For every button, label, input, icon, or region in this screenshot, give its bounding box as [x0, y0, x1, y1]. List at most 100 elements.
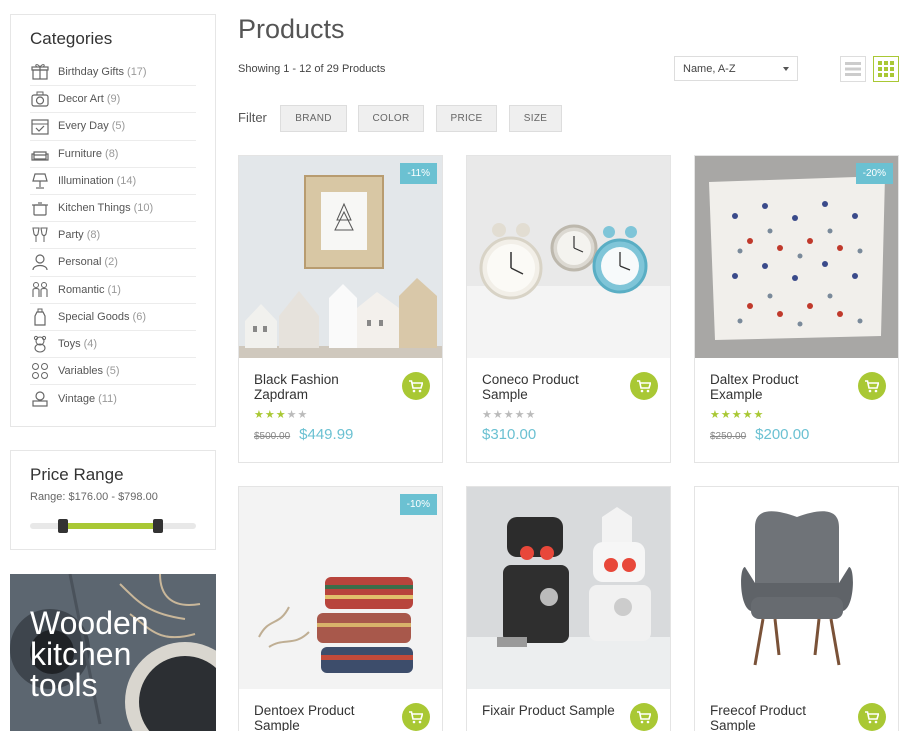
rating-stars: ★★★★★ — [254, 408, 308, 421]
category-item[interactable]: Birthday Gifts (17) — [30, 59, 196, 87]
person-icon — [30, 252, 50, 272]
product-image[interactable] — [695, 487, 898, 689]
add-to-cart-button[interactable] — [402, 372, 430, 400]
star-icon: ★ — [503, 409, 515, 421]
sort-select[interactable]: Name, A-Z — [674, 56, 798, 81]
category-count: (8) — [105, 147, 119, 160]
product-photo — [695, 487, 898, 689]
grid-view-icon — [878, 61, 894, 77]
star-icon: ★ — [753, 409, 765, 421]
price-row: $310.00 — [482, 426, 536, 443]
category-count: (4) — [83, 337, 98, 350]
star-icon: ★ — [482, 409, 493, 421]
category-item[interactable]: Decor Art (9) — [30, 86, 196, 114]
category-label: Birthday Gifts — [58, 66, 125, 79]
category-item[interactable]: Personal (2) — [30, 249, 196, 277]
add-to-cart-button[interactable] — [630, 703, 658, 731]
product-card[interactable]: -10% Dentoex Product Sample — [238, 486, 443, 731]
product-image[interactable]: -20% — [695, 156, 898, 358]
category-item[interactable]: Party (8) — [30, 222, 196, 250]
discount-badge: -20% — [855, 163, 893, 184]
product-card[interactable]: Fixair Product Sample — [466, 486, 671, 731]
product-name[interactable]: Dentoex Product Sample — [254, 703, 384, 731]
star-icon: ★ — [275, 409, 287, 421]
category-item[interactable]: Romantic (1) — [30, 277, 196, 304]
grid-view-button[interactable] — [873, 56, 899, 82]
category-item[interactable]: Furniture (8) — [30, 141, 196, 168]
add-to-cart-button[interactable] — [858, 372, 886, 400]
price-slider-max-handle[interactable] — [152, 519, 163, 533]
product-photo — [467, 487, 670, 689]
filter-price-button[interactable]: PRICE — [436, 105, 497, 132]
product-image[interactable] — [467, 156, 670, 358]
category-item[interactable]: Every Day (5) — [30, 113, 196, 141]
price-slider[interactable] — [30, 519, 196, 533]
page-title: Products — [238, 14, 345, 44]
star-icon: ★ — [254, 409, 265, 421]
filter-label: Filter — [238, 110, 267, 125]
sort-value: Name, A-Z — [683, 63, 736, 75]
product-photo — [467, 156, 670, 358]
product-card[interactable]: -11% Black Fashion Zapdram ★★★★★ $500.00… — [238, 155, 443, 463]
filter-size-button[interactable]: SIZE — [509, 105, 562, 132]
product-image[interactable] — [467, 487, 670, 689]
list-view-button[interactable] — [840, 56, 866, 82]
product-name[interactable]: Coneco Product Sample — [482, 372, 612, 402]
rating-stars: ★★★★★ — [710, 408, 764, 421]
product-photo — [239, 156, 442, 358]
lamp-icon — [30, 171, 50, 191]
product-card[interactable]: Coneco Product Sample ★★★★★ $310.00 — [466, 155, 671, 463]
star-icon: ★ — [514, 409, 526, 421]
category-count: (8) — [86, 229, 101, 242]
product-image[interactable]: -10% — [239, 487, 442, 689]
add-to-cart-button[interactable] — [630, 372, 658, 400]
price-slider-min-handle[interactable] — [58, 519, 69, 533]
add-to-cart-button[interactable] — [402, 703, 430, 731]
old-price: $250.00 — [710, 431, 747, 442]
filter-brand-button[interactable]: BRAND — [280, 105, 347, 132]
category-count: (2) — [104, 256, 118, 269]
category-item[interactable]: Special Goods (6) — [30, 304, 196, 331]
promo-line-2: kitchen — [30, 636, 132, 672]
category-label: Furniture — [58, 147, 103, 160]
results-count: Showing 1 - 12 of 29 Products — [238, 63, 386, 75]
camera-icon — [30, 89, 50, 109]
product-card[interactable]: -20% Daltex Product Example ★★★★★ $250.0… — [694, 155, 899, 463]
category-count: (11) — [98, 392, 117, 405]
product-name[interactable]: Daltex Product Example — [710, 372, 840, 402]
category-label: Vintage — [58, 392, 96, 405]
star-icon: ★ — [720, 409, 732, 421]
product-image[interactable]: -11% — [239, 156, 442, 358]
category-item[interactable]: Illumination (14) — [30, 168, 196, 195]
category-count: (6) — [132, 310, 146, 323]
product-card[interactable]: Freecof Product Sample — [694, 486, 899, 731]
gramophone-icon — [30, 389, 50, 409]
discount-badge: -11% — [400, 163, 437, 184]
cart-icon — [409, 710, 423, 723]
current-price: $449.99 — [299, 426, 354, 443]
add-to-cart-button[interactable] — [858, 703, 886, 731]
category-item[interactable]: Variables (5) — [30, 358, 196, 386]
cart-icon — [637, 379, 651, 392]
price-range-panel: Price Range Range: $176.00 - $798.00 — [10, 450, 216, 550]
product-name[interactable]: Freecof Product Sample — [710, 703, 840, 731]
category-item[interactable]: Kitchen Things (10) — [30, 195, 196, 223]
product-name[interactable]: Black Fashion Zapdram — [254, 372, 384, 402]
category-count: (10) — [133, 202, 154, 215]
category-item[interactable]: Vintage (11) — [30, 385, 196, 412]
category-count: (14) — [116, 174, 137, 187]
product-name[interactable]: Fixair Product Sample — [482, 703, 632, 718]
product-photo — [239, 487, 442, 689]
old-price: $500.00 — [254, 431, 291, 442]
price-range-title: Price Range — [30, 465, 124, 484]
star-icon: ★ — [710, 409, 721, 421]
category-count: (17) — [127, 66, 147, 79]
category-count: (1) — [107, 283, 121, 296]
current-price: $200.00 — [755, 426, 810, 443]
teddy-bear-icon — [30, 334, 50, 354]
promo-text: Wooden kitchen tools — [30, 607, 149, 701]
category-item[interactable]: Toys (4) — [30, 331, 196, 359]
shop-page: Categories Birthday Gifts (17) Decor Art (9… — [0, 0, 923, 731]
promo-banner[interactable]: Wooden kitchen tools — [10, 574, 216, 731]
filter-color-button[interactable]: COLOR — [358, 105, 424, 132]
